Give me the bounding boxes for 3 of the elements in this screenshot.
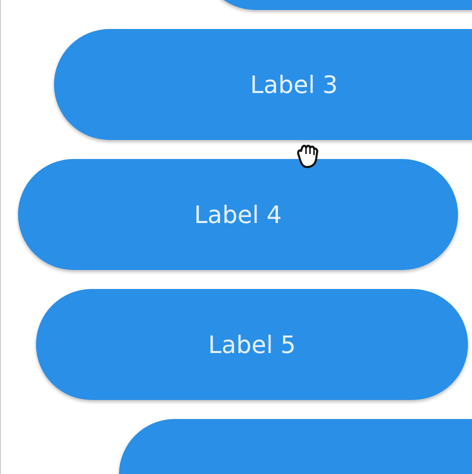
label-button[interactable]: Label 5 [36,289,468,400]
label-button[interactable]: Label 4 [18,159,458,270]
label-button[interactable]: Label 3 [54,29,472,140]
